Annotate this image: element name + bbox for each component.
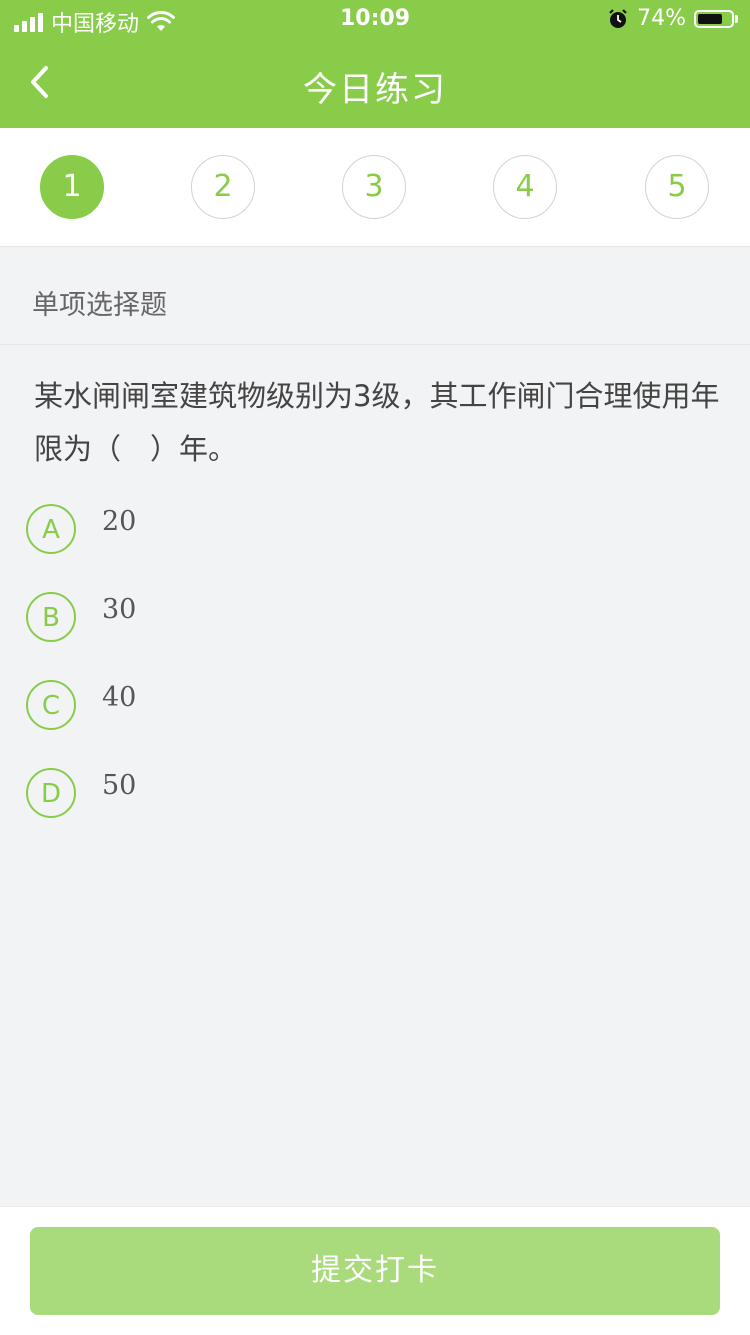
step-5[interactable]: 5 <box>645 155 709 219</box>
step-1[interactable]: 1 <box>40 155 104 219</box>
option-d[interactable]: D 50 <box>26 768 706 828</box>
status-bar: 中国移动 10:09 74% <box>0 0 750 40</box>
option-d-text: 50 <box>102 770 137 801</box>
question-text: 某水闸闸室建筑物级别为3级，其工作闸门合理使用年限为（ ）年。 <box>34 379 720 466</box>
option-c-text: 40 <box>102 682 137 713</box>
footer-bar: 提交打卡 <box>0 1206 750 1335</box>
question-type-label: 单项选择题 <box>32 290 167 321</box>
option-a-text: 20 <box>102 506 137 537</box>
option-b-text: 30 <box>102 594 137 625</box>
step-3[interactable]: 3 <box>342 155 406 219</box>
battery-percent: 74% <box>637 6 686 31</box>
app-header: 中国移动 10:09 74% 今日练习 <box>0 0 750 128</box>
option-b[interactable]: B 30 <box>26 592 706 652</box>
option-a-letter: A <box>26 504 76 554</box>
question-step-bar: 1 2 3 4 5 <box>0 128 750 247</box>
status-right: 74% <box>607 6 738 31</box>
nav-bar: 今日练习 <box>0 40 750 128</box>
alarm-icon <box>609 8 627 28</box>
question-type-section: 单项选择题 <box>0 247 750 345</box>
option-a[interactable]: A 20 <box>26 504 706 564</box>
option-d-letter: D <box>26 768 76 818</box>
submit-checkin-button[interactable]: 提交打卡 <box>30 1227 720 1315</box>
option-c[interactable]: C 40 <box>26 680 706 740</box>
step-2[interactable]: 2 <box>191 155 255 219</box>
option-c-letter: C <box>26 680 76 730</box>
step-4[interactable]: 4 <box>493 155 557 219</box>
page-title: 今日练习 <box>303 70 447 110</box>
battery-icon <box>694 9 738 28</box>
option-b-letter: B <box>26 592 76 642</box>
